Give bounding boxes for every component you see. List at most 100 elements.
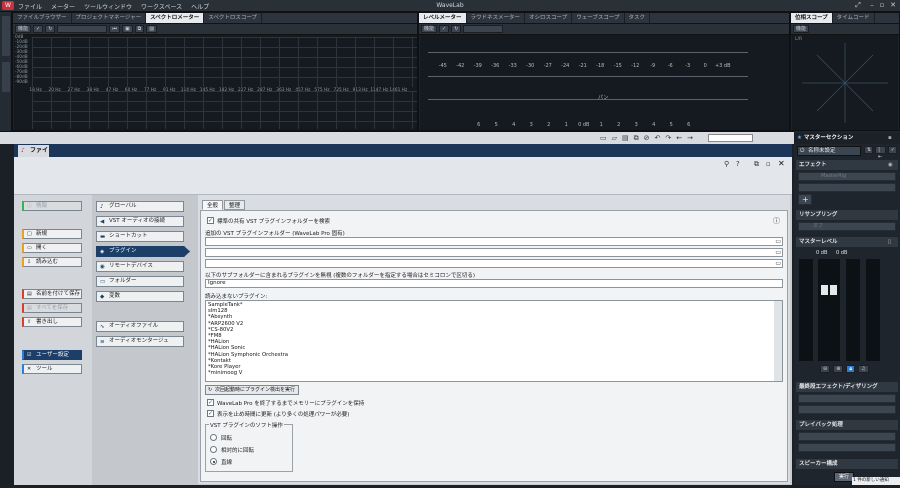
dither-header[interactable]: 最終段エフェクト/ディザリング xyxy=(796,382,898,392)
function-button[interactable]: 機能 xyxy=(421,25,438,33)
link-icon[interactable]: ▯ xyxy=(888,237,891,247)
radio-button[interactable] xyxy=(210,434,217,441)
refresh-icon[interactable]: ↻ xyxy=(451,25,462,33)
refresh-icon[interactable]: ↻ xyxy=(45,25,56,33)
copy-icon[interactable]: ⧉ xyxy=(634,134,639,143)
check-icon[interactable]: ✓ xyxy=(439,25,450,33)
extra-folder-field-1[interactable]: ▭ xyxy=(205,237,783,246)
effect-slot-1[interactable]: MasterRig xyxy=(798,172,896,181)
sort-icon[interactable]: ⇅ xyxy=(864,146,874,154)
notification-badge[interactable]: 1 件の新しい通知 xyxy=(852,477,900,485)
close-file-panel-icon[interactable]: ✕ xyxy=(778,159,785,168)
playback-slot-1[interactable] xyxy=(798,432,896,441)
radio-button[interactable] xyxy=(210,458,217,465)
tab-wavescope[interactable]: ウェーブスコープ xyxy=(572,13,625,23)
tab-loudness-meter[interactable]: ラウドネスメーター xyxy=(467,13,526,23)
window-icon[interactable]: ⧉ xyxy=(754,160,759,169)
check-icon[interactable]: ✓ xyxy=(33,25,44,33)
sidebar-item[interactable]: ▭ 開く xyxy=(22,243,82,253)
save-icon[interactable]: ▤ xyxy=(622,134,629,143)
menu-meter[interactable]: メーター xyxy=(51,2,75,11)
sidebar-item[interactable]: ✕ ツール xyxy=(22,364,82,374)
radio-button[interactable] xyxy=(210,446,217,453)
mono-icon[interactable]: ⊕ xyxy=(833,365,844,373)
category-item[interactable]: ≡ オーディオモンタージュ xyxy=(96,336,184,347)
wave-vtab[interactable] xyxy=(2,62,10,92)
tab-general[interactable]: 全般 xyxy=(202,200,224,210)
tab-timecode[interactable]: タイムコード xyxy=(833,13,875,23)
tab-spectroscope[interactable]: スペクトロスコープ xyxy=(204,13,263,23)
skip-icon[interactable]: |⇤ xyxy=(875,146,886,160)
function-button[interactable]: 機能 xyxy=(15,25,32,33)
sidebar-item[interactable]: ▤ 名前を付けて保存 xyxy=(22,289,82,299)
rescan-button[interactable]: ↻ 次回起動時にプラグイン検出を実行 xyxy=(205,385,299,395)
category-item[interactable]: ◆ 変数 xyxy=(96,291,184,302)
effect-slot-2[interactable] xyxy=(798,183,896,192)
mute-icon[interactable]: ♫ xyxy=(858,365,869,373)
resampling-selector[interactable]: オフ xyxy=(798,222,896,231)
category-item[interactable]: ◈ プラグイン xyxy=(96,246,190,257)
sidebar-item[interactable]: □ 新規 xyxy=(22,229,82,239)
stop-icon[interactable]: ⊘ xyxy=(644,134,650,143)
master-level-header[interactable]: マスターレベル ▯ xyxy=(796,237,898,247)
effects-header[interactable]: エフェクト ◉ xyxy=(796,160,898,170)
new-doc-icon[interactable]: ▭ xyxy=(600,134,607,143)
tab-tasks[interactable]: タスク xyxy=(625,13,651,23)
tab-project-manager[interactable]: プロジェクトマネージャー xyxy=(72,13,147,23)
history-dropdown[interactable] xyxy=(708,134,753,142)
fader-handle-left[interactable] xyxy=(821,285,828,295)
layers-icon[interactable]: ⧉ xyxy=(134,25,145,33)
keep-in-memory-checkbox[interactable]: ✓ xyxy=(207,399,214,406)
lock-icon[interactable]: 🔒︎ xyxy=(846,365,856,373)
folder-icon[interactable]: ▭ xyxy=(775,238,781,245)
sidebar-item[interactable]: ☑ ユーザー設定 xyxy=(22,350,82,360)
tab-file-browser[interactable]: ファイルブラウザー xyxy=(13,13,72,23)
category-item[interactable]: ♪ グローバル xyxy=(96,201,184,212)
link-channels-icon[interactable]: ⊖ xyxy=(820,365,831,373)
add-effect-button[interactable]: + xyxy=(798,194,812,205)
folder-icon[interactable]: ▭ xyxy=(775,249,781,256)
folder-icon[interactable]: ▭ xyxy=(775,260,781,267)
menu-help[interactable]: ヘルプ xyxy=(191,2,209,11)
tab-phase-scope[interactable]: 位相スコープ xyxy=(791,13,833,23)
open-icon[interactable]: ▱ xyxy=(612,134,617,143)
expand-icon[interactable]: ⤢ xyxy=(852,1,864,10)
skip-plugins-textarea[interactable]: SampleTank* slm128 *Absynth *ARP2600 V2 *CS-… xyxy=(205,300,783,382)
image-icon[interactable]: ▨ xyxy=(146,25,157,33)
file-tab[interactable]: ♪ファイル xyxy=(18,145,49,166)
restore-icon[interactable]: ▫ xyxy=(766,160,771,168)
extra-folder-field-2[interactable]: ▭ xyxy=(205,248,783,257)
wavelab-logo-icon[interactable]: W xyxy=(2,1,14,10)
forward-icon[interactable]: → xyxy=(687,134,693,143)
undo-icon[interactable]: ↶ xyxy=(655,134,661,143)
function-button[interactable]: 機能 xyxy=(793,25,810,33)
playback-slot-2[interactable] xyxy=(798,443,896,452)
category-item[interactable]: ◉ リモートデバイス xyxy=(96,261,184,272)
file-browser-vtab[interactable] xyxy=(2,16,10,56)
category-item[interactable]: ▬ ショートカット xyxy=(96,231,184,242)
menu-file[interactable]: ファイル xyxy=(18,2,42,11)
tab-level-meter[interactable]: レベルメーター xyxy=(419,13,467,23)
extra-folder-field-3[interactable]: ▭ xyxy=(205,259,783,268)
camera-icon[interactable]: ▣ xyxy=(121,25,133,33)
ignore-subfolders-input[interactable]: Ignore xyxy=(205,279,783,288)
fader-handle-right[interactable] xyxy=(830,285,837,295)
category-item[interactable]: ∿ オーディオファイル xyxy=(96,321,184,332)
tab-oscilloscope[interactable]: オシロスコープ xyxy=(525,13,573,23)
menu-tool-windows[interactable]: ツールウィンドウ xyxy=(84,2,132,11)
realtime-update-checkbox[interactable]: ✓ xyxy=(207,410,214,417)
category-item[interactable]: ◀ VST オーディオの接続 xyxy=(96,216,184,227)
category-item[interactable]: ▭ フォルダー xyxy=(96,276,184,287)
back-icon[interactable]: ← xyxy=(676,134,682,143)
speaker-header[interactable]: スピーカー構成 xyxy=(796,459,898,469)
master-fader[interactable] xyxy=(818,259,840,361)
dither-slot-1[interactable] xyxy=(798,394,896,403)
resampling-header[interactable]: リサンプリング xyxy=(796,210,898,220)
skip-icon[interactable]: ⏮ xyxy=(109,25,120,33)
tab-spectrometer[interactable]: スペクトロメーター xyxy=(146,13,205,23)
redo-icon[interactable]: ↷ xyxy=(665,134,671,143)
sidebar-item[interactable]: ⇩ 読み込む xyxy=(22,257,82,267)
pin-icon[interactable]: ⚲ xyxy=(724,160,729,168)
check-icon[interactable]: ✓ xyxy=(887,146,897,154)
eye-icon[interactable]: ◉ xyxy=(888,160,893,170)
